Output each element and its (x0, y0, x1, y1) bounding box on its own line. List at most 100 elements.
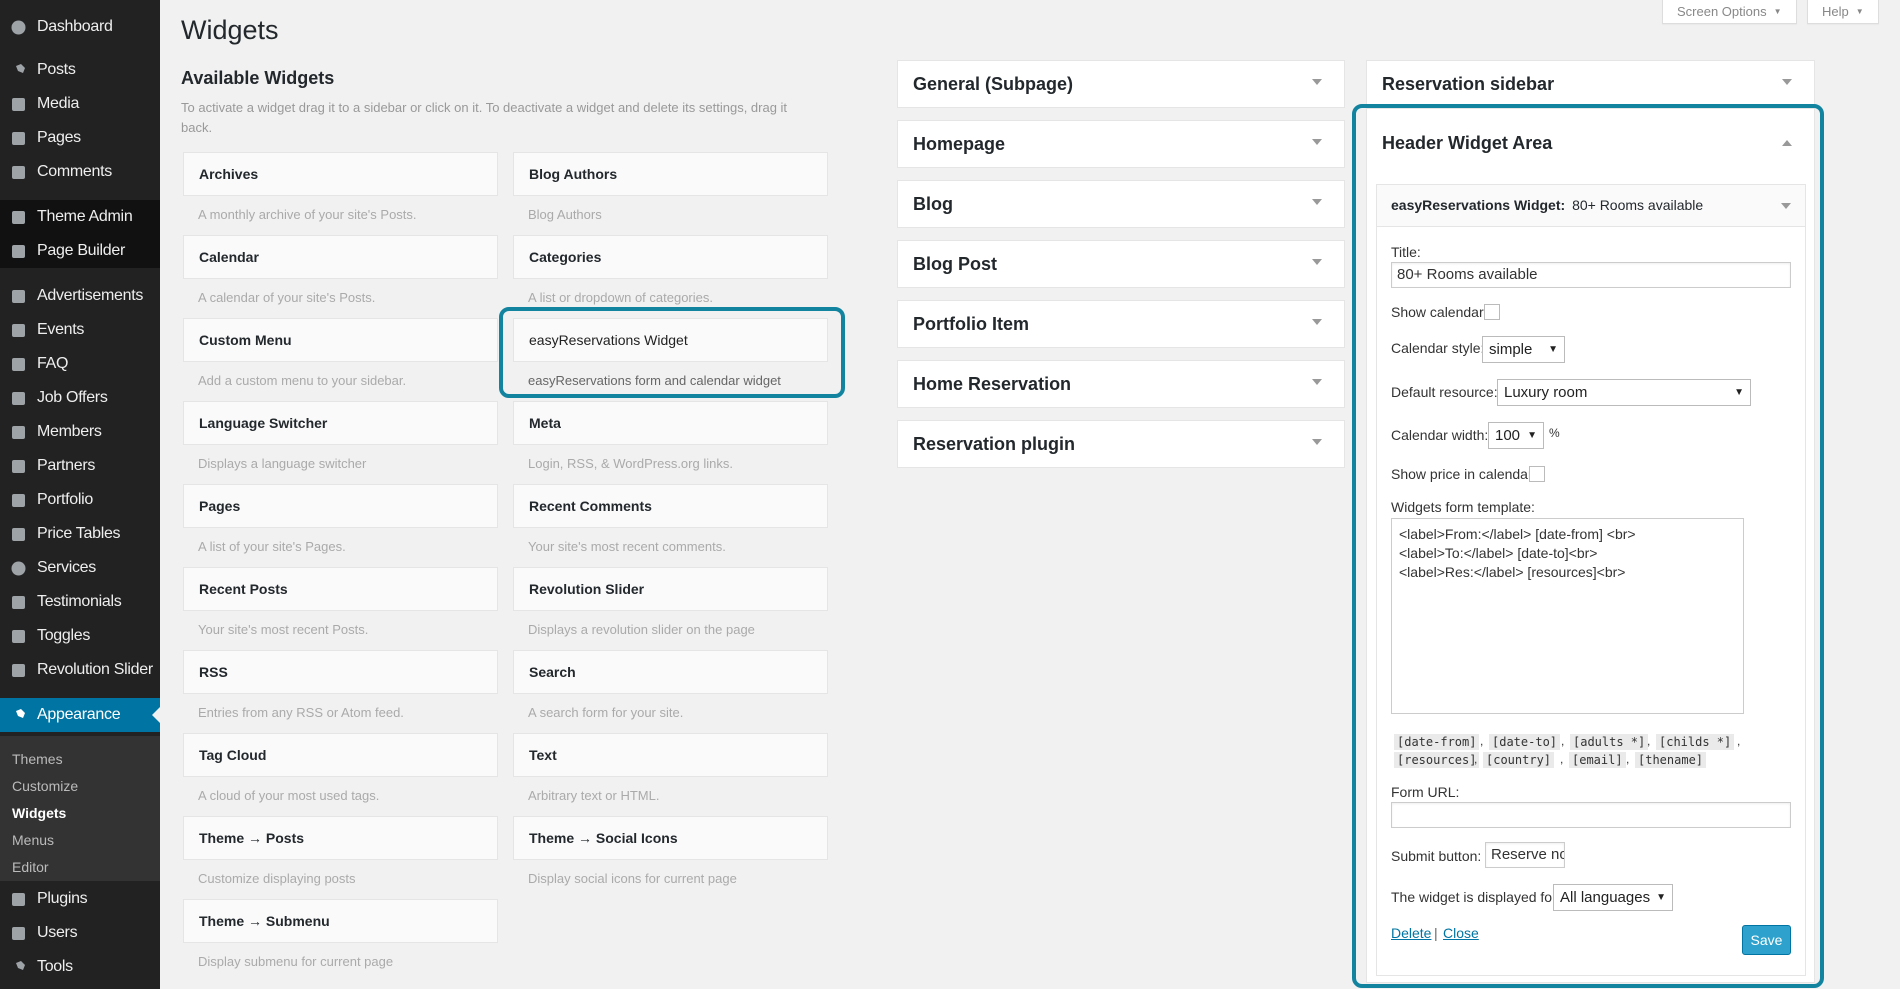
widget-description: A calendar of your site's Posts. (198, 290, 376, 305)
widget-language-switcher[interactable]: Language Switcher (183, 401, 498, 445)
widget-theme-posts[interactable]: Theme → Posts (183, 816, 498, 860)
widget-description: Displays a revolution slider on the page (528, 622, 755, 637)
menu-item-partners[interactable]: Partners (0, 449, 160, 483)
widget-recent-comments[interactable]: Recent Comments (513, 484, 828, 528)
widget-search[interactable]: Search (513, 650, 828, 694)
sidebar-home-reservation[interactable]: Home Reservation (897, 360, 1345, 408)
widget-categories[interactable]: Categories (513, 235, 828, 279)
widget-meta[interactable]: Meta (513, 401, 828, 445)
arrow-down-icon (1312, 379, 1322, 385)
menu-item-toggles[interactable]: Toggles (0, 619, 160, 653)
sidebar-homepage[interactable]: Homepage (897, 120, 1345, 168)
help-button[interactable]: Help ▼ (1807, 0, 1879, 24)
widget-revolution-slider[interactable]: Revolution Slider (513, 567, 828, 611)
widget-description: A cloud of your most used tags. (198, 788, 380, 803)
menu-item-events[interactable]: Events (0, 313, 160, 347)
submenu-item-themes[interactable]: Themes (0, 745, 160, 772)
menu-item-appearance[interactable]: Appearance (0, 698, 160, 732)
help-label: Help (1822, 4, 1849, 19)
menu-item-label: Plugins (37, 890, 88, 907)
sidebar-blog-post[interactable]: Blog Post (897, 240, 1345, 288)
caret-down-icon: ▼ (1773, 7, 1782, 16)
submenu-item-customize[interactable]: Customize (0, 772, 160, 799)
menu-item-job-offers[interactable]: Job Offers (0, 381, 160, 415)
comments-icon (10, 164, 27, 181)
widget-description: Entries from any RSS or Atom feed. (198, 705, 404, 720)
menu-item-portfolio[interactable]: Portfolio (0, 483, 160, 517)
appearance-icon (10, 707, 27, 724)
menu-item-members[interactable]: Members (0, 415, 160, 449)
menu-item-label: Users (37, 924, 78, 941)
widget-theme-social-icons[interactable]: Theme → Social Icons (513, 816, 828, 860)
menu-item-comments[interactable]: Comments (0, 155, 160, 189)
sidebar-reservation-sidebar[interactable]: Reservation sidebar (1366, 60, 1815, 108)
widget-description: A list of your site's Pages. (198, 539, 346, 554)
members-icon (10, 424, 27, 441)
widget-text[interactable]: Text (513, 733, 828, 777)
dashboard-icon (10, 19, 27, 36)
menu-item-label: Media (37, 95, 80, 112)
menu-item-testimonials[interactable]: Testimonials (0, 585, 160, 619)
menu-item-page-builder[interactable]: Page Builder (0, 234, 160, 268)
menu-item-label: Comments (37, 163, 112, 180)
widget-description: Your site's most recent Posts. (198, 622, 369, 637)
events-icon (10, 322, 27, 339)
menu-item-advertisements[interactable]: Advertisements (0, 279, 160, 313)
arrow-down-icon (1782, 79, 1792, 85)
sidebar-title: Portfolio Item (913, 313, 1029, 334)
widget-archives[interactable]: Archives (183, 152, 498, 196)
revolution-slider-icon (10, 662, 27, 679)
users-icon (10, 925, 27, 942)
menu-item-label: Portfolio (37, 491, 93, 508)
menu-item-label: Theme Admin (37, 208, 133, 225)
widget-description: Arbitrary text or HTML. (528, 788, 660, 803)
sidebar-portfolio-item[interactable]: Portfolio Item (897, 300, 1345, 348)
sidebar-reservation-plugin[interactable]: Reservation plugin (897, 420, 1345, 468)
testimonials-icon (10, 594, 27, 611)
menu-item-users[interactable]: Users (0, 916, 160, 950)
menu-item-tools[interactable]: Tools (0, 950, 160, 984)
widget-description: Display submenu for current page (198, 954, 394, 969)
widget-rss[interactable]: RSS (183, 650, 498, 694)
sidebar-title: Reservation sidebar (1382, 73, 1555, 94)
widget-description: Displays a language switcher (198, 456, 367, 471)
menu-item-plugins[interactable]: Plugins (0, 882, 160, 916)
widget-theme-submenu[interactable]: Theme → Submenu (183, 899, 498, 943)
menu-item-price-tables[interactable]: Price Tables (0, 517, 160, 551)
partners-icon (10, 458, 27, 475)
menu-item-dashboard[interactable]: Dashboard (0, 10, 160, 44)
widget-blog-authors[interactable]: Blog Authors (513, 152, 828, 196)
widget-description: A list or dropdown of categories. (528, 290, 713, 305)
widget-calendar[interactable]: Calendar (183, 235, 498, 279)
sidebar-general-subpage[interactable]: General (Subpage) (897, 60, 1345, 108)
menu-item-services[interactable]: Services (0, 551, 160, 585)
toggles-icon (10, 628, 27, 645)
services-icon (10, 560, 27, 577)
plugins-icon (10, 891, 27, 908)
widget-custom-menu[interactable]: Custom Menu (183, 318, 498, 362)
widget-recent-posts[interactable]: Recent Posts (183, 567, 498, 611)
page-title: Widgets (181, 15, 279, 45)
pages-icon (10, 130, 27, 147)
menu-item-posts[interactable]: Posts (0, 53, 160, 87)
tools-icon (10, 959, 27, 976)
available-widgets-heading: Available Widgets (181, 68, 335, 88)
submenu-item-widgets[interactable]: Widgets (0, 799, 160, 826)
menu-item-label: FAQ (37, 355, 69, 372)
menu-item-pages[interactable]: Pages (0, 121, 160, 155)
submenu-item-editor[interactable]: Editor (0, 853, 160, 880)
sidebar-blog[interactable]: Blog (897, 180, 1345, 228)
screen-options-button[interactable]: Screen Options ▼ (1662, 0, 1797, 24)
theme-admin-icon (10, 209, 27, 226)
widget-description: Blog Authors (528, 207, 602, 222)
easyreservations-highlight (499, 307, 845, 398)
job-offers-icon (10, 390, 27, 407)
widget-pages[interactable]: Pages (183, 484, 498, 528)
menu-item-revolution-slider[interactable]: Revolution Slider (0, 653, 160, 687)
menu-item-theme-admin[interactable]: Theme Admin (0, 200, 160, 234)
menu-item-media[interactable]: Media (0, 87, 160, 121)
submenu-item-menus[interactable]: Menus (0, 826, 160, 853)
advertisements-icon (10, 288, 27, 305)
widget-tag-cloud[interactable]: Tag Cloud (183, 733, 498, 777)
menu-item-faq[interactable]: FAQ (0, 347, 160, 381)
